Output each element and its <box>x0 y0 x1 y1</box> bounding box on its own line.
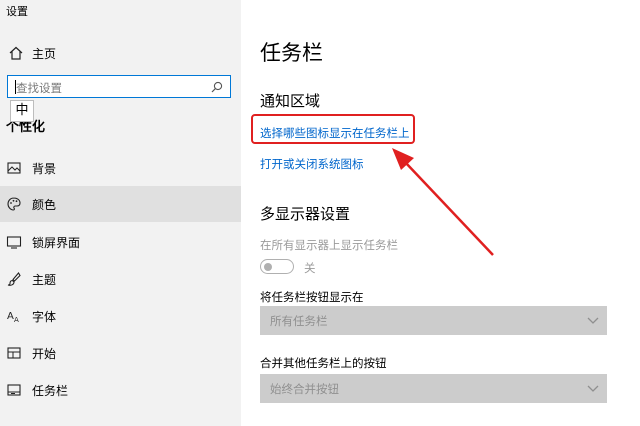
taskbar-icon <box>7 384 21 396</box>
home-icon <box>9 46 23 60</box>
combine-buttons-dropdown[interactable]: 始终合并按钮 <box>260 374 607 403</box>
multi-display-heading: 多显示器设置 <box>260 205 351 223</box>
dropdown-value: 始终合并按钮 <box>270 382 339 396</box>
chevron-down-icon <box>587 385 599 392</box>
show-buttons-on-label: 将任务栏按钮显示在 <box>260 290 364 304</box>
notification-area-heading: 通知区域 <box>260 92 321 110</box>
nav-home[interactable]: 主页 <box>0 40 241 66</box>
lock-screen-icon <box>6 236 22 249</box>
system-icons-link[interactable]: 打开或关闭系统图标 <box>260 156 364 172</box>
combine-buttons-label: 合并其他任务栏上的按钮 <box>260 356 387 370</box>
start-icon <box>7 347 21 359</box>
search-placeholder: 查找设置 <box>16 81 62 95</box>
sidebar: 设置 主页 查找设置 个性化 中 背景 颜色 锁屏界面 主题 A A 字体 开始… <box>0 0 241 426</box>
search-icon[interactable] <box>210 80 224 94</box>
search-box[interactable]: 查找设置 <box>7 75 231 98</box>
sidebar-item-start[interactable]: 开始 <box>0 335 241 371</box>
sidebar-item-label: 颜色 <box>32 197 57 212</box>
show-on-all-displays-toggle[interactable] <box>260 259 294 274</box>
sidebar-item-label: 开始 <box>32 346 57 361</box>
sidebar-item-themes[interactable]: 主题 <box>0 261 241 297</box>
sidebar-item-background[interactable]: 背景 <box>0 150 241 186</box>
image-icon <box>7 162 21 174</box>
annotation-highlight-box <box>251 114 415 144</box>
toggle-state-label: 关 <box>304 261 316 275</box>
chevron-down-icon <box>587 317 599 324</box>
sidebar-item-label: 主题 <box>32 272 57 287</box>
sidebar-item-label: 任务栏 <box>32 383 69 398</box>
nav-home-label: 主页 <box>32 46 57 61</box>
toggle-knob <box>264 262 272 271</box>
sidebar-item-lock-screen[interactable]: 锁屏界面 <box>0 224 241 260</box>
dropdown-value: 所有任务栏 <box>270 314 328 328</box>
window-title: 设置 <box>6 5 28 18</box>
show-on-all-displays-label: 在所有显示器上显示任务栏 <box>260 238 398 252</box>
ime-indicator: 中 <box>10 100 34 122</box>
sidebar-item-taskbar[interactable]: 任务栏 <box>0 372 241 408</box>
svg-text:A: A <box>14 316 19 324</box>
sidebar-item-label: 背景 <box>32 161 57 176</box>
svg-text:A: A <box>7 311 14 322</box>
brush-icon <box>7 272 21 286</box>
page-title: 任务栏 <box>260 41 323 65</box>
sidebar-item-label: 字体 <box>32 309 57 324</box>
sidebar-item-fonts[interactable]: A A 字体 <box>0 298 241 334</box>
sidebar-item-label: 锁屏界面 <box>32 235 81 250</box>
main-content: 任务栏 通知区域 选择哪些图标显示在任务栏上 打开或关闭系统图标 多显示器设置 … <box>241 0 640 426</box>
sidebar-item-colors[interactable]: 颜色 <box>0 186 241 222</box>
font-icon: A A <box>7 311 19 324</box>
show-buttons-on-dropdown[interactable]: 所有任务栏 <box>260 306 607 335</box>
palette-icon <box>7 197 21 211</box>
